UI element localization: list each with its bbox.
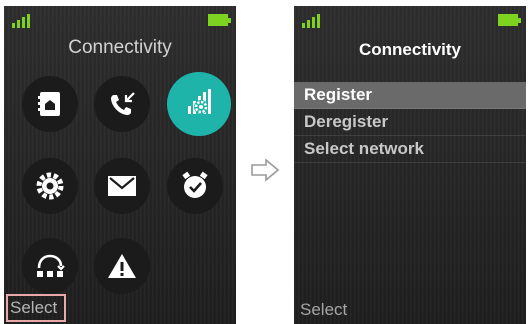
headset-icon[interactable] (22, 238, 78, 294)
warning-icon[interactable] (94, 238, 150, 294)
messages-icon[interactable] (94, 158, 150, 214)
settings-icon[interactable] (22, 158, 78, 214)
screen-title: Connectivity (358, 40, 462, 59)
battery-icon (498, 14, 521, 26)
screen-title: Connectivity (68, 37, 172, 58)
menu-item-register[interactable]: Register (294, 82, 526, 109)
menu-item-deregister[interactable]: Deregister (294, 109, 526, 136)
call-log-icon[interactable] (94, 76, 150, 132)
connectivity-icon[interactable] (167, 72, 231, 136)
menu-screen: Connectivity Select (4, 6, 236, 324)
contacts-icon[interactable] (22, 76, 78, 132)
select-softkey[interactable]: Select (300, 300, 347, 320)
connectivity-screen: Connectivity Register Deregister Select … (294, 6, 526, 324)
connectivity-menu: Register Deregister Select network (294, 82, 526, 163)
signal-strength-icon (302, 12, 326, 28)
arrow-right-icon (250, 158, 280, 187)
signal-strength-icon (12, 12, 36, 28)
select-softkey[interactable]: Select (6, 294, 66, 322)
menu-item-select-network[interactable]: Select network (294, 136, 526, 163)
alarm-clock-icon[interactable] (167, 158, 223, 214)
battery-icon (208, 14, 231, 26)
